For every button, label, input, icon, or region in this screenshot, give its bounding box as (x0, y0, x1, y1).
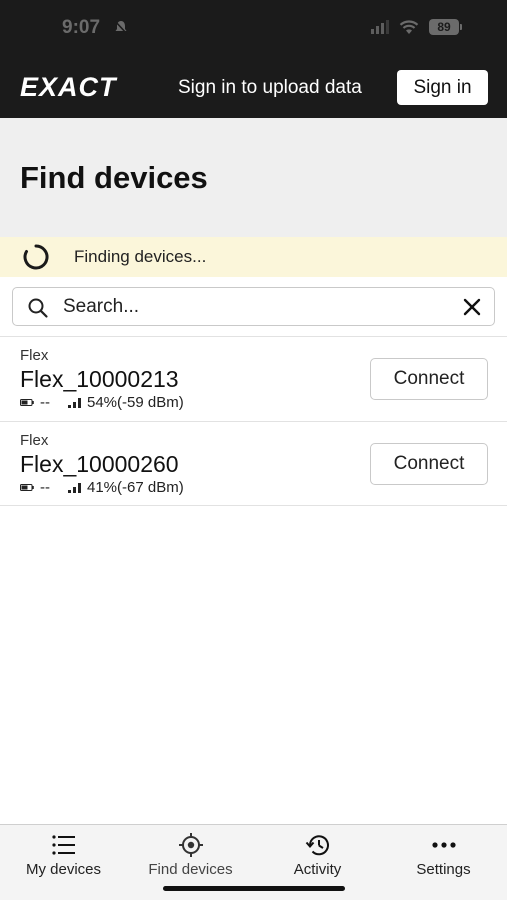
home-indicator (163, 886, 345, 891)
connect-button[interactable]: Connect (370, 358, 488, 400)
device-name: Flex_10000213 (20, 366, 179, 392)
signal-strength-icon (68, 398, 81, 408)
status-indicators: 89 (371, 19, 462, 35)
bell-silent-icon (114, 20, 128, 35)
page-title: Find devices (20, 160, 208, 195)
tab-my-devices[interactable]: My devices (0, 833, 127, 883)
battery-icon (20, 399, 34, 406)
device-name: Flex_10000260 (20, 451, 179, 477)
signal-value: 41%(-67 dBm) (87, 479, 184, 496)
status-bar: 9:07 89 (0, 0, 507, 58)
history-icon (305, 835, 329, 856)
locate-icon (178, 833, 203, 857)
scan-status-banner: Finding devices... (0, 237, 507, 277)
search-input[interactable] (63, 294, 443, 320)
scan-status-text: Finding devices... (74, 247, 207, 266)
device-row: Flex Flex_10000260 -- 41%(-67 dBm) Conne… (0, 421, 507, 506)
tab-find-devices[interactable]: Find devices (127, 833, 254, 883)
battery-value: -- (40, 479, 50, 496)
device-type: Flex (20, 432, 49, 449)
device-meta: -- 54%(-59 dBm) (20, 394, 184, 411)
app-header: EXACT Sign in to upload data Sign in (0, 58, 507, 118)
sign-in-button[interactable]: Sign in (397, 70, 488, 105)
device-list: Flex Flex_10000213 -- 54%(-59 dBm) Conne… (0, 336, 507, 506)
clear-search-icon[interactable] (462, 297, 482, 317)
tab-label: My devices (25, 861, 102, 878)
device-meta: -- 41%(-67 dBm) (20, 479, 184, 496)
title-area: Find devices (0, 118, 507, 237)
tab-label: Settings (416, 861, 471, 878)
connect-button[interactable]: Connect (370, 443, 488, 485)
loading-spinner-icon (23, 244, 49, 270)
tab-activity[interactable]: Activity (254, 833, 381, 883)
search-box (12, 287, 495, 326)
brand-logo: EXACT (20, 72, 117, 102)
device-type: Flex (20, 347, 49, 364)
battery-value: -- (40, 394, 50, 411)
tab-label: Find devices (148, 861, 233, 878)
signal-strength-icon (68, 483, 81, 493)
battery-icon (20, 484, 34, 491)
signin-prompt: Sign in to upload data (178, 77, 362, 98)
signal-value: 54%(-59 dBm) (87, 394, 184, 411)
wifi-icon (399, 19, 419, 34)
status-time: 9:07 (62, 17, 101, 38)
battery-level: 89 (429, 19, 462, 35)
device-row: Flex Flex_10000213 -- 54%(-59 dBm) Conne… (0, 336, 507, 421)
tab-settings[interactable]: Settings (380, 833, 507, 883)
cellular-signal-icon (371, 20, 389, 34)
list-icon (51, 835, 75, 855)
tab-label: Activity (293, 861, 342, 878)
search-icon (28, 298, 48, 318)
more-dots-icon (431, 842, 456, 848)
